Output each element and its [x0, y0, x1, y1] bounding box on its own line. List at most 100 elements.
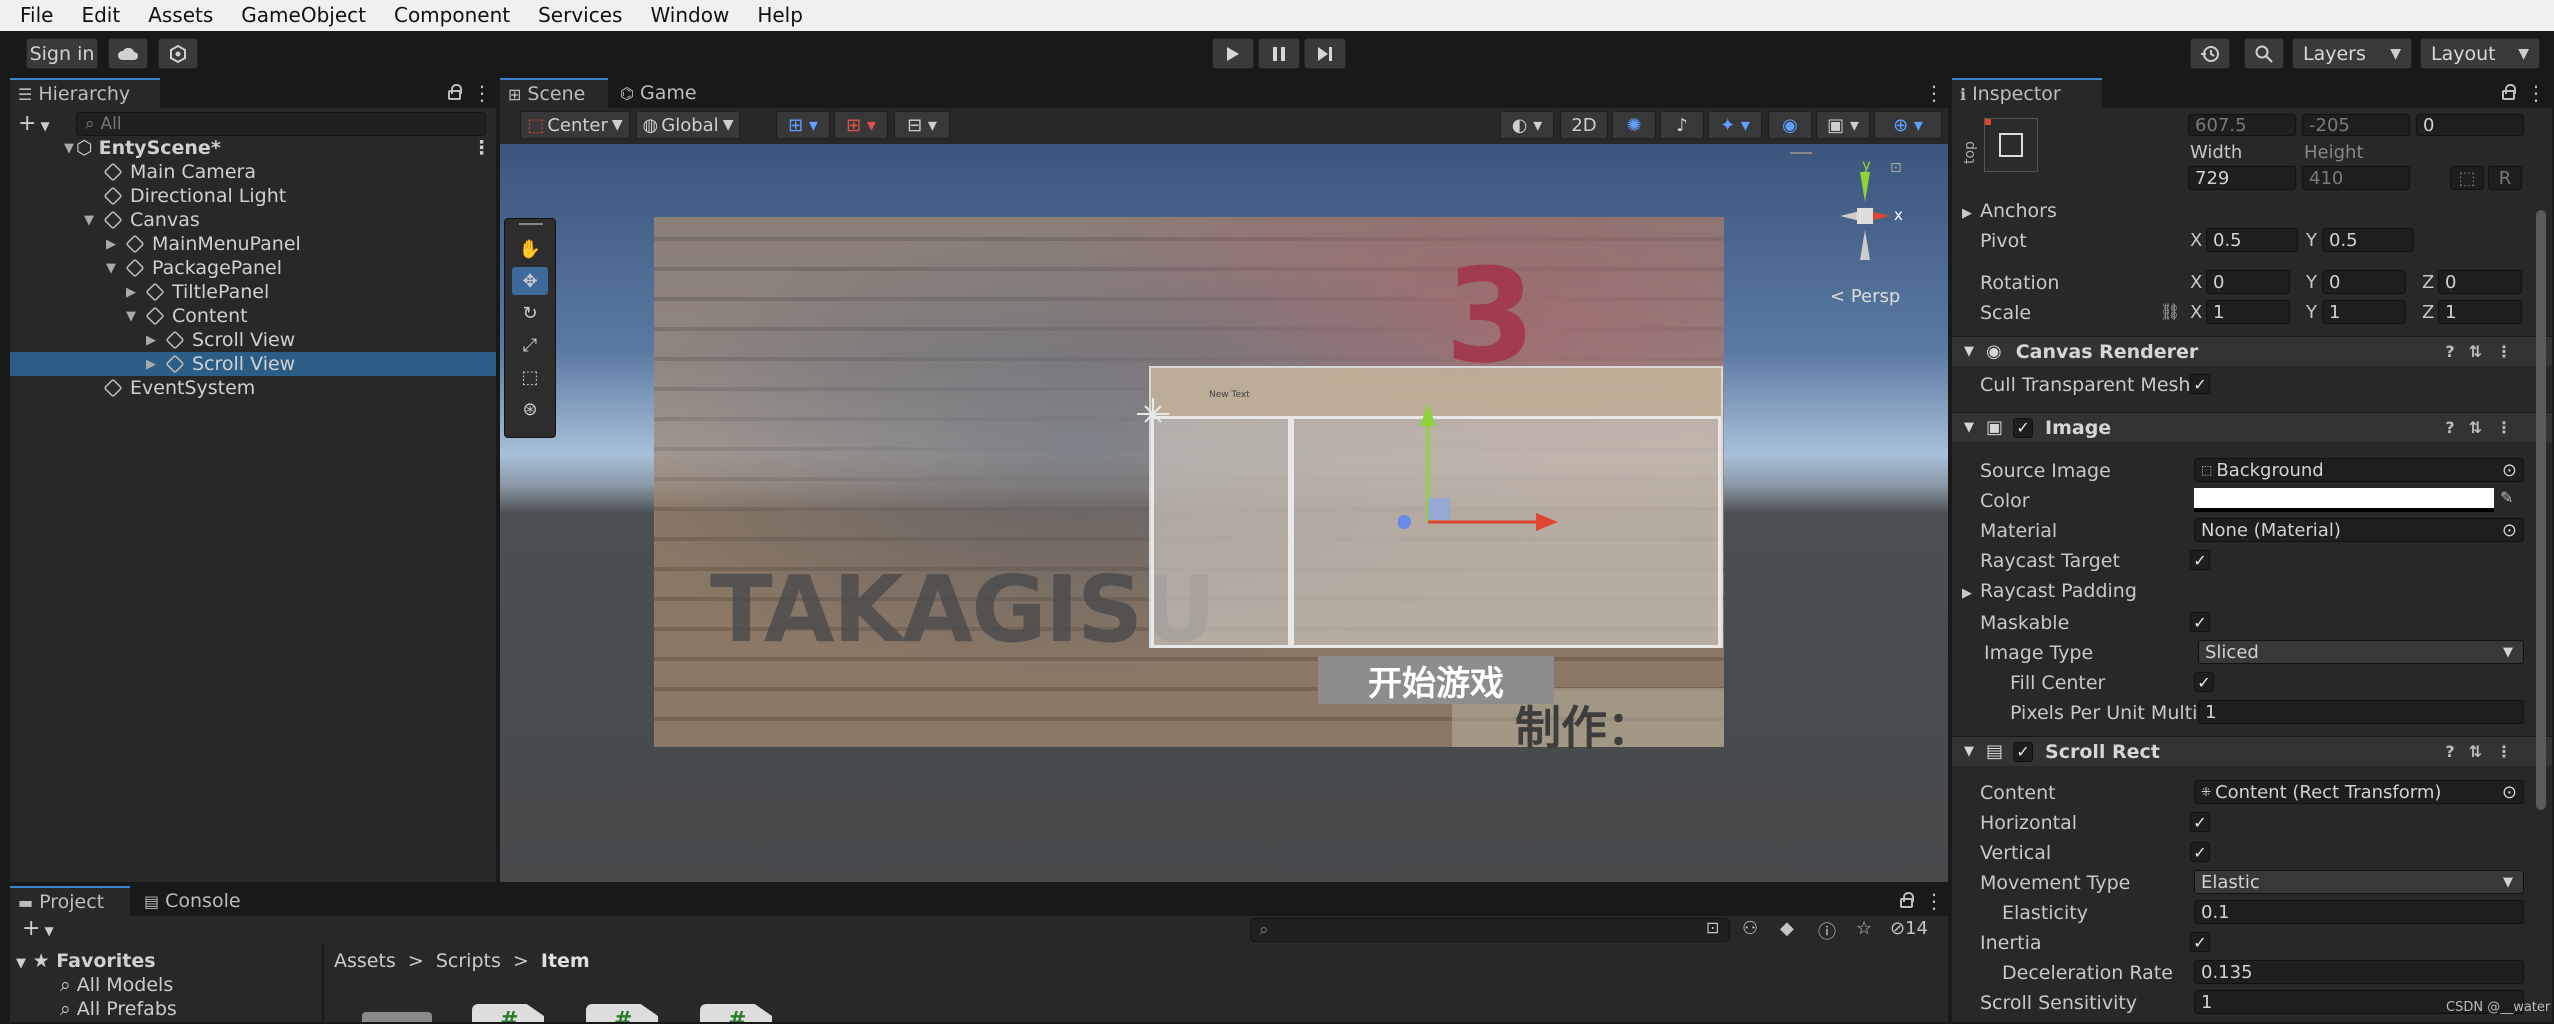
lock-icon[interactable]	[1900, 892, 1914, 908]
audio-icon[interactable]: ♪	[1660, 111, 1704, 139]
rotation-y-field[interactable]: 0	[2322, 270, 2406, 294]
space-dropdown[interactable]: ◍ Global ▼	[636, 111, 740, 139]
raycast-target-checkbox[interactable]: ✓	[2190, 550, 2210, 570]
grid-snap-button[interactable]: ⊞ ▾	[776, 111, 830, 139]
scale-z-field[interactable]: 1	[2438, 300, 2522, 324]
cloud-icon[interactable]	[108, 38, 148, 69]
menu-help[interactable]: Help	[743, 0, 817, 31]
label-icon[interactable]: ◆	[1780, 918, 1794, 939]
pivot-y-field[interactable]: 0.5	[2322, 228, 2414, 252]
hierarchy-item[interactable]: ▼ Canvas	[10, 208, 496, 232]
hierarchy-item[interactable]: ▼ Content	[10, 304, 496, 328]
add-icon[interactable]: + ▼	[22, 916, 54, 941]
blueprint-mode-icon[interactable]: ⬚	[2450, 166, 2484, 190]
kebab-icon[interactable]: ⋮	[1924, 81, 1944, 105]
image-type-dropdown[interactable]: Sliced ▼	[2198, 640, 2524, 664]
scroll-rect-enabled-checkbox[interactable]: ✓	[2013, 741, 2034, 762]
menu-gameobject[interactable]: GameObject	[227, 0, 380, 31]
scene-viewport[interactable]: 3 TAKAGISU 制作： 开始游戏 New Text y x ⊡ < Per…	[500, 144, 1948, 882]
expand-arrow-icon[interactable]: ▼	[64, 141, 74, 156]
width-field[interactable]: 729	[2188, 166, 2296, 190]
raw-edit-button[interactable]: R	[2488, 166, 2522, 190]
content-field[interactable]: ⁜ Content (Rect Transform) ⊙	[2194, 780, 2524, 804]
pos-y-field[interactable]: -205	[2302, 114, 2410, 136]
lock-icon[interactable]	[2502, 84, 2516, 100]
tab-hierarchy[interactable]: ☰ Hierarchy	[10, 78, 160, 108]
collapse-arrow-icon[interactable]: ▶	[146, 333, 156, 348]
hierarchy-scene-row[interactable]: ▼ ⬡ EntyScene* ⋮	[10, 136, 496, 160]
hierarchy-item[interactable]: ▶ Scroll View	[10, 328, 496, 352]
light-icon[interactable]: ✺	[1612, 111, 1656, 139]
expand-arrow-icon[interactable]: ▼	[126, 309, 136, 324]
search-options-icon[interactable]: ⊡	[1706, 918, 1719, 937]
menu-window[interactable]: Window	[636, 0, 743, 31]
color-swatch[interactable]	[2194, 488, 2494, 512]
visibility-icon[interactable]: ◉	[1768, 111, 1812, 139]
anchors-foldout[interactable]: ▶ Anchors	[1962, 200, 2057, 222]
breadcrumb-item[interactable]: Item	[541, 950, 590, 972]
scale-x-field[interactable]: 1	[2206, 300, 2290, 324]
tab-console[interactable]: ▤ Console	[136, 886, 256, 916]
horizontal-checkbox[interactable]: ✓	[2190, 812, 2210, 832]
hierarchy-item[interactable]: Main Camera	[10, 160, 496, 184]
hierarchy-item[interactable]: ▶ MainMenuPanel	[10, 232, 496, 256]
maskable-checkbox[interactable]: ✓	[2190, 612, 2210, 632]
inspector-scrollbar[interactable]	[2536, 210, 2546, 810]
menu-file[interactable]: File	[6, 0, 67, 31]
effects-icon[interactable]: ✦ ▾	[1708, 111, 1762, 139]
object-picker-icon[interactable]: ⊙	[2502, 460, 2517, 481]
collapse-arrow-icon[interactable]: ▶	[106, 237, 116, 252]
tab-scene[interactable]: ⊞ Scene	[500, 78, 608, 108]
scroll-rect-header[interactable]: ▼ ▤ ✓ Scroll Rect ?⇅⋮	[1952, 736, 2552, 766]
filter-type-icon[interactable]: ⚇	[1742, 918, 1758, 939]
kebab-icon[interactable]: ⋮	[472, 137, 491, 159]
hidden-packages-toggle[interactable]: ⊘14	[1890, 918, 1928, 939]
kebab-icon[interactable]: ⋮	[1924, 889, 1944, 913]
object-picker-icon[interactable]: ⊙	[2502, 782, 2517, 803]
layout-dropdown[interactable]: Layout ▼	[2420, 38, 2540, 69]
lock-icon[interactable]: ⊡	[1890, 160, 1902, 176]
project-search-input[interactable]: ⌕	[1250, 918, 1730, 942]
drag-handle-icon[interactable]	[1790, 152, 1812, 154]
cull-checkbox[interactable]: ✓	[2190, 374, 2210, 394]
image-enabled-checkbox[interactable]: ✓	[2013, 417, 2034, 438]
pivot-dropdown[interactable]: ⬚ Center ▼	[520, 111, 630, 139]
expand-arrow-icon[interactable]: ▼	[84, 213, 94, 228]
pause-icon[interactable]	[1258, 38, 1300, 69]
move-gizmo[interactable]	[1398, 402, 1578, 552]
2d-toggle[interactable]: 2D	[1560, 111, 1608, 139]
menu-assets[interactable]: Assets	[134, 0, 227, 31]
rect-tool-icon[interactable]: ⬚	[512, 363, 548, 391]
folder-asset-icon[interactable]	[362, 1012, 432, 1022]
menu-edit[interactable]: Edit	[67, 0, 134, 31]
pos-x-field[interactable]: 607.5	[2188, 114, 2296, 136]
draw-mode-button[interactable]: ◐ ▾	[1500, 111, 1554, 139]
gizmos-icon[interactable]: ⊕ ▾	[1874, 111, 1942, 139]
hierarchy-item-selected[interactable]: ▶ Scroll View	[10, 352, 496, 376]
hierarchy-item[interactable]: Directional Light	[10, 184, 496, 208]
kebab-icon[interactable]: ⋮	[472, 81, 492, 105]
ppu-field[interactable]: 1	[2198, 700, 2524, 724]
filter-warning-icon[interactable]: ⓘ	[1818, 918, 1836, 944]
material-field[interactable]: None (Material) ⊙	[2194, 518, 2524, 542]
tab-project[interactable]: ▬ Project	[10, 886, 130, 916]
source-image-field[interactable]: ⬚ Background ⊙	[2194, 458, 2524, 482]
height-field[interactable]: 410	[2302, 166, 2410, 190]
expand-arrow-icon[interactable]: ▼	[106, 261, 116, 276]
hierarchy-item[interactable]: ▶ TiltlePanel	[10, 280, 496, 304]
favorites-foldout[interactable]: ▼ ★ Favorites	[16, 950, 156, 972]
hand-tool-icon[interactable]: ✋	[512, 235, 548, 263]
transform-tool-icon[interactable]: ⊛	[512, 395, 548, 423]
fav-item[interactable]: ⌕ All Prefabs	[60, 998, 177, 1020]
tab-game[interactable]: ⌬ Game	[612, 78, 712, 108]
collapse-arrow-icon[interactable]: ▶	[126, 285, 136, 300]
search-icon[interactable]	[2244, 38, 2284, 69]
snap-increment-button[interactable]: ⊞ ▾	[834, 111, 888, 139]
menu-component[interactable]: Component	[380, 0, 524, 31]
fill-center-checkbox[interactable]: ✓	[2194, 672, 2214, 692]
step-icon[interactable]	[1304, 38, 1346, 69]
add-icon[interactable]: + ▼	[18, 111, 50, 136]
start-game-button[interactable]: 开始游戏	[1318, 656, 1554, 704]
rect-anchor-icon[interactable]	[1133, 394, 1173, 434]
link-icon[interactable]: ⛓	[2160, 302, 2180, 321]
